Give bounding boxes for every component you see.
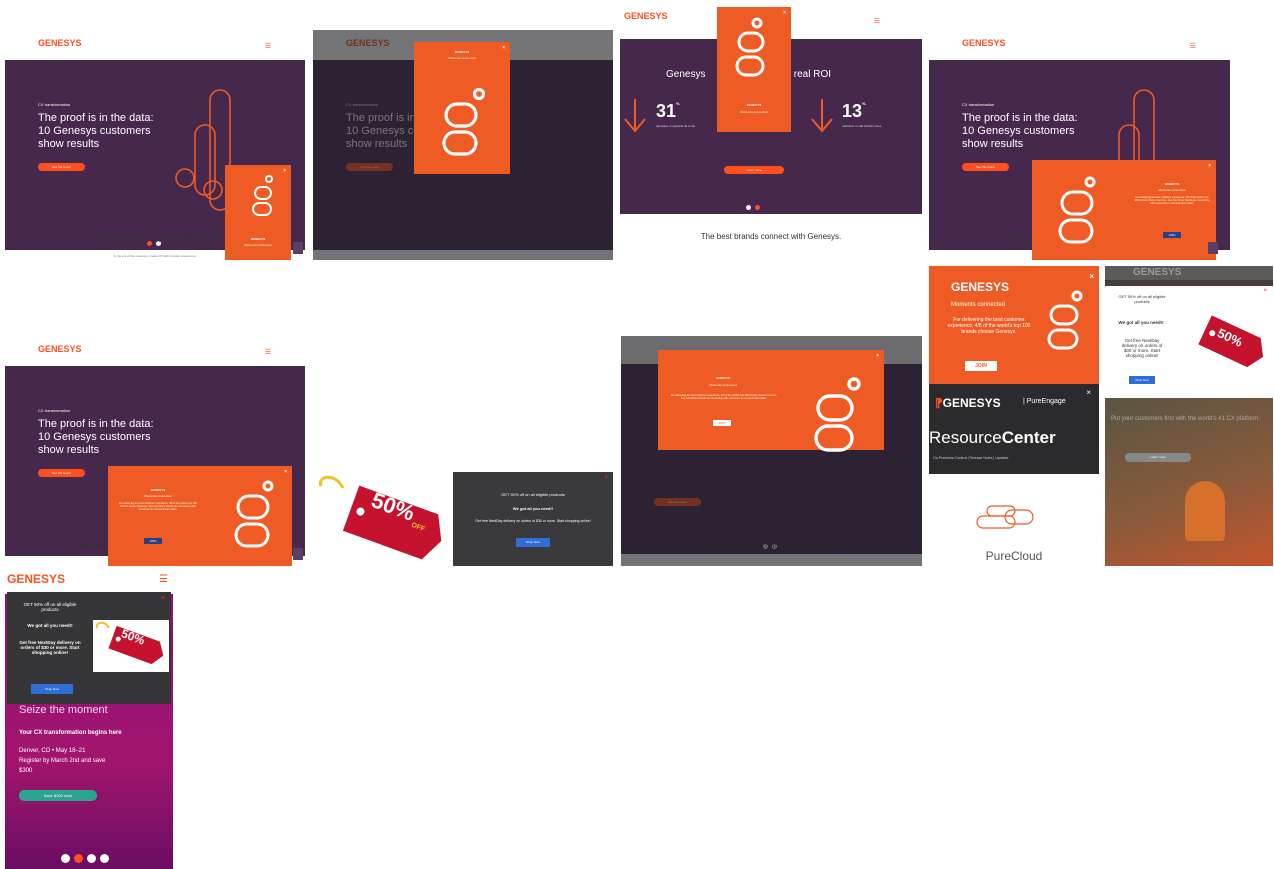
genesys-logo[interactable]: GENESYS <box>38 38 82 48</box>
sale-body: Get free NextDay delivery on orders of $… <box>19 640 81 655</box>
screenshot-tile-3: GENESYS ☰ Genesys s real ROI 31% decreas… <box>620 7 922 260</box>
popup-subtitle: Moments connected <box>244 243 272 247</box>
logo-text: GENESYS <box>7 572 66 586</box>
genesys-logo-icon <box>814 377 861 452</box>
popup-subtitle: Moments connected <box>740 110 768 114</box>
purecloud-icon <box>976 505 1034 529</box>
join-button[interactable]: JOIN <box>1163 232 1181 238</box>
screenshot-tile-1: GENESYS ☰ CX transformation The proof is… <box>5 30 305 260</box>
purecloud-label: PureCloud <box>985 549 1043 563</box>
screenshot-tile-9: GENESYS Put your customers first with th… <box>1105 266 1273 566</box>
popup-title: GENESYS <box>746 103 762 107</box>
mascot-image <box>1185 481 1225 541</box>
event-details: Denver, CO • May 18–21 Register by March … <box>19 748 106 774</box>
screenshot-tile-8: × GENESYS Moments connected For deliveri… <box>929 266 1099 566</box>
see-report-button[interactable]: See the report <box>38 469 85 477</box>
side-widget[interactable] <box>293 242 303 254</box>
top-nav: GENESYS ☰ <box>5 30 305 60</box>
logo-text: GENESYS <box>962 38 1006 48</box>
sale-tag-image: 50% OFF <box>315 472 453 566</box>
hamburger-icon[interactable]: ☰ <box>1190 42 1196 50</box>
genesys-logo[interactable]: GENESYS <box>7 572 65 586</box>
genesys-logo[interactable]: GENESYS <box>962 38 1006 48</box>
side-widget[interactable] <box>293 548 303 560</box>
sale-subheadline: We got all you need!! <box>27 623 73 628</box>
shop-now-button[interactable]: Shop Now <box>31 684 73 694</box>
stat-13-label: reduction in call transfer rates <box>842 124 882 128</box>
price-tag-icon <box>95 621 164 665</box>
stat-31-label: decrease in operational costs <box>656 124 696 128</box>
genesys-popup: × GENESYS Moments connected <box>717 7 791 132</box>
genesys-popup: × GENESYS Moments connected For deliveri… <box>1032 160 1216 260</box>
price-tag-icon <box>318 475 442 560</box>
stat-13: 13% <box>842 101 866 121</box>
sale-popup-dark: × GET 50% off on all eligible products W… <box>7 592 171 704</box>
hamburger-icon[interactable]: ☰ <box>265 42 271 50</box>
genesys-logo[interactable]: GENESYS <box>1133 267 1181 278</box>
sale-tag-image: 50% <box>93 620 169 672</box>
logo-text: GENESYS <box>624 11 668 21</box>
sale-subheadline: We got all you need!! <box>512 506 554 511</box>
hamburger-icon[interactable]: ☰ <box>159 574 168 585</box>
genesys-logo[interactable]: GENESYS <box>624 11 668 21</box>
sale-headline: GET 50% off on all eligible products <box>501 492 565 497</box>
genesys-logo-icon <box>234 480 274 548</box>
learn-more-button[interactable]: Learn more <box>1125 453 1191 462</box>
genesys-popup: × GENESYS Moments connected For deliveri… <box>108 466 292 566</box>
genesys-logo[interactable]: GENESYS <box>38 344 82 354</box>
sale-headline: GET 50% off on all eligible products <box>23 602 77 612</box>
top-nav: GENESYS ☰ <box>5 336 305 366</box>
popup-subtitle: Moments connected <box>1158 188 1186 192</box>
hero-banner: Put your customers first with the world'… <box>1105 386 1273 566</box>
hamburger-icon[interactable]: ☰ <box>874 17 880 25</box>
save-300-button[interactable]: Save $300 now! <box>19 790 97 801</box>
sale-popup-dark: × GET 50% off on all eligible products W… <box>453 472 613 566</box>
logo-text: GENESYS <box>38 344 82 354</box>
carousel-dots[interactable] <box>744 197 762 210</box>
shop-now-button[interactable]: Shop Now <box>516 538 550 547</box>
popup-body: For delivering the best customer experie… <box>1134 196 1210 205</box>
screenshot-tile-4: GENESYS ☰ CX transformation The proof is… <box>929 30 1230 260</box>
screenshot-tile-7: See the report The best brands connect w… <box>621 336 922 566</box>
top-nav: GENESYS <box>1105 266 1273 280</box>
close-icon[interactable]: × <box>604 475 608 481</box>
stat-31: 31% <box>656 101 680 121</box>
carousel-dots[interactable] <box>59 850 111 863</box>
close-icon[interactable]: × <box>161 595 165 602</box>
event-headline: Seize the moment <box>19 704 108 716</box>
genesys-popup: × GENESYS Moments connected <box>414 42 510 174</box>
logo-text: GENESYS <box>38 38 82 48</box>
hero-text: Put your customers first with the world'… <box>1111 416 1260 422</box>
genesys-logo-icon <box>1058 176 1096 244</box>
genesys-popup: × GENESYS Moments connected <box>225 165 291 260</box>
screenshot-tile-2: GENESYS CX transformation The proof is i… <box>313 30 613 260</box>
hero-tag: CX transformation <box>38 408 71 413</box>
popup-title: GENESYS <box>1164 182 1180 186</box>
sale-popup-light: × GET 50% off on all eligible products W… <box>1105 286 1273 398</box>
screenshot-tile-10: GENESYS ☰ Seize the moment Your CX trans… <box>5 572 173 869</box>
genesys-popup: × GENESYS Moments connected For deliveri… <box>658 350 884 452</box>
event-subheadline: Your CX transformation begins here <box>19 730 122 736</box>
hero-headline: The proof is in the data:10 Genesys cust… <box>38 418 154 456</box>
side-widget[interactable] <box>1208 242 1218 254</box>
genesys-logo-icon <box>442 87 486 156</box>
hamburger-icon[interactable]: ☰ <box>265 348 271 356</box>
popup-title: GENESYS <box>250 237 266 241</box>
price-tag-icon <box>1198 315 1264 368</box>
screenshot-tile-5: GENESYS ☰ CX transformation The proof is… <box>5 336 305 566</box>
top-nav: GENESYS ☰ <box>929 30 1230 60</box>
brands-heading: The best brands connect with Genesys. <box>700 232 842 241</box>
learn-more-button[interactable]: Learn more <box>724 166 784 174</box>
sale-body: Get free NextDay delivery on orders of $… <box>475 519 591 523</box>
